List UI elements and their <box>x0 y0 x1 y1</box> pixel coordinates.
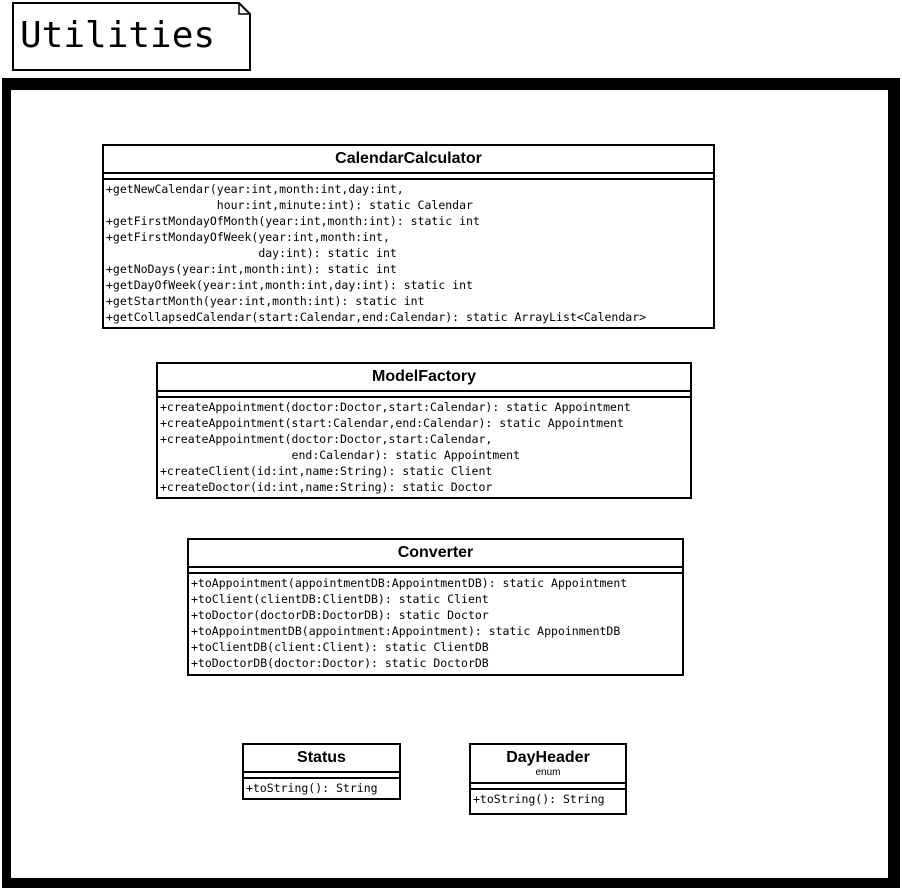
operation: +getFirstMondayOfWeek(year:int,month:int… <box>106 230 390 244</box>
operation: +toString(): String <box>473 792 605 806</box>
package-tab: Utilities <box>12 2 251 71</box>
operations-compartment: +toString(): String <box>471 790 625 809</box>
operations-compartment: +toAppointment(appointmentDB:Appointment… <box>189 574 682 673</box>
operation: +toAppointmentDB(appointment:Appointment… <box>191 624 621 638</box>
class-name: Converter <box>189 540 682 568</box>
operation: +getDayOfWeek(year:int,month:int,day:int… <box>106 278 473 292</box>
class-model-factory[interactable]: ModelFactory +createAppointment(doctor:D… <box>156 362 692 499</box>
operation: +getNoDays(year:int,month:int): static i… <box>106 262 397 276</box>
operation: +toDoctor(doctorDB:DoctorDB): static Doc… <box>191 608 489 622</box>
operation: +createAppointment(doctor:Doctor,start:C… <box>160 400 631 414</box>
class-calendar-calculator[interactable]: CalendarCalculator +getNewCalendar(year:… <box>102 144 715 329</box>
class-day-header[interactable]: DayHeader enum +toString(): String <box>469 743 627 815</box>
operation: +toAppointment(appointmentDB:Appointment… <box>191 576 628 590</box>
operation: +getStartMonth(year:int,month:int): stat… <box>106 294 425 308</box>
operation: +createClient(id:int,name:String): stati… <box>160 464 493 478</box>
class-name: Status <box>244 745 399 773</box>
package-name: Utilities <box>20 15 216 56</box>
operation: +toClientDB(client:Client): static Clien… <box>191 640 489 654</box>
operation: hour:int,minute:int): static Calendar <box>106 198 473 212</box>
class-converter[interactable]: Converter +toAppointment(appointmentDB:A… <box>187 538 684 676</box>
operation: +toClient(clientDB:ClientDB): static Cli… <box>191 592 489 606</box>
operation: +getFirstMondayOfMonth(year:int,month:in… <box>106 214 480 228</box>
operation: day:int): static int <box>106 246 397 260</box>
class-name: ModelFactory <box>158 364 690 392</box>
class-name: CalendarCalculator <box>104 146 713 174</box>
operation: +toString(): String <box>246 781 378 795</box>
operation: +getCollapsedCalendar(start:Calendar,end… <box>106 310 647 324</box>
operation: +createAppointment(start:Calendar,end:Ca… <box>160 416 624 430</box>
operations-compartment: +createAppointment(doctor:Doctor,start:C… <box>158 398 690 497</box>
class-name: DayHeader <box>506 749 590 766</box>
operation: +createAppointment(doctor:Doctor,start:C… <box>160 432 493 446</box>
operation: +createDoctor(id:int,name:String): stati… <box>160 480 493 494</box>
operations-compartment: +getNewCalendar(year:int,month:int,day:i… <box>104 180 713 327</box>
operation: +getNewCalendar(year:int,month:int,day:i… <box>106 182 404 196</box>
operation: +toDoctorDB(doctor:Doctor): static Docto… <box>191 656 489 670</box>
operation: end:Calendar): static Appointment <box>160 448 521 462</box>
class-status[interactable]: Status +toString(): String <box>242 743 401 800</box>
class-stereotype: enum <box>535 767 561 778</box>
class-name-block: DayHeader enum <box>471 745 625 784</box>
operations-compartment: +toString(): String <box>244 779 399 798</box>
